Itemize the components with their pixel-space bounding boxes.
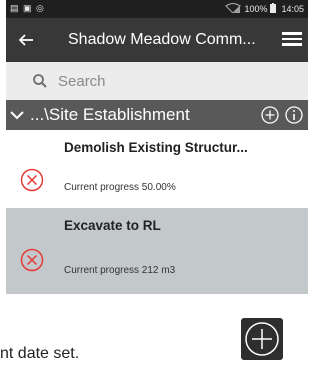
wifi-signal-icon: [225, 2, 242, 15]
footer-text: nt date set.: [0, 345, 80, 362]
status-right: 100% 14:05: [225, 2, 304, 15]
group-header[interactable]: ...\Site Establishment: [6, 100, 308, 130]
battery-icon: [270, 3, 277, 15]
add-button[interactable]: [241, 318, 283, 360]
hamburger-menu-icon[interactable]: [282, 29, 302, 51]
status-bar: ▤ ▣ ◎ 100% 14:05: [6, 0, 308, 18]
phone-screen: ▤ ▣ ◎ 100% 14:05 Shadow Meadow Comm... S…: [6, 0, 308, 297]
search-input[interactable]: [58, 71, 288, 91]
task-progress: Current progress 50.00%: [64, 182, 176, 193]
clock: 14:05: [281, 4, 304, 14]
add-circle-icon[interactable]: [261, 106, 279, 124]
task-name: Excavate to RL: [64, 218, 161, 233]
info-icon[interactable]: [285, 106, 303, 124]
group-title: ...\Site Establishment: [30, 105, 190, 124]
app-bar: Shadow Meadow Comm...: [6, 18, 308, 62]
back-arrow-icon[interactable]: [16, 28, 36, 52]
app-title: Shadow Meadow Comm...: [68, 31, 256, 48]
search-bar: [6, 62, 308, 100]
task-row-selected[interactable]: Excavate to RL Current progress 212 m3: [6, 208, 308, 294]
plus-circle-icon: [245, 322, 279, 356]
task-name: Demolish Existing Structur...: [64, 140, 248, 155]
task-progress: Current progress 212 m3: [64, 265, 176, 276]
error-circle-x-icon: [20, 168, 44, 192]
notification-icons: ▤ ▣ ◎: [10, 3, 45, 13]
task-row[interactable]: Demolish Existing Structur... Current pr…: [6, 130, 308, 208]
battery-percent: 100%: [244, 4, 268, 14]
error-circle-x-icon: [20, 248, 44, 272]
search-icon: [33, 74, 47, 88]
chevron-down-icon[interactable]: [10, 108, 24, 122]
